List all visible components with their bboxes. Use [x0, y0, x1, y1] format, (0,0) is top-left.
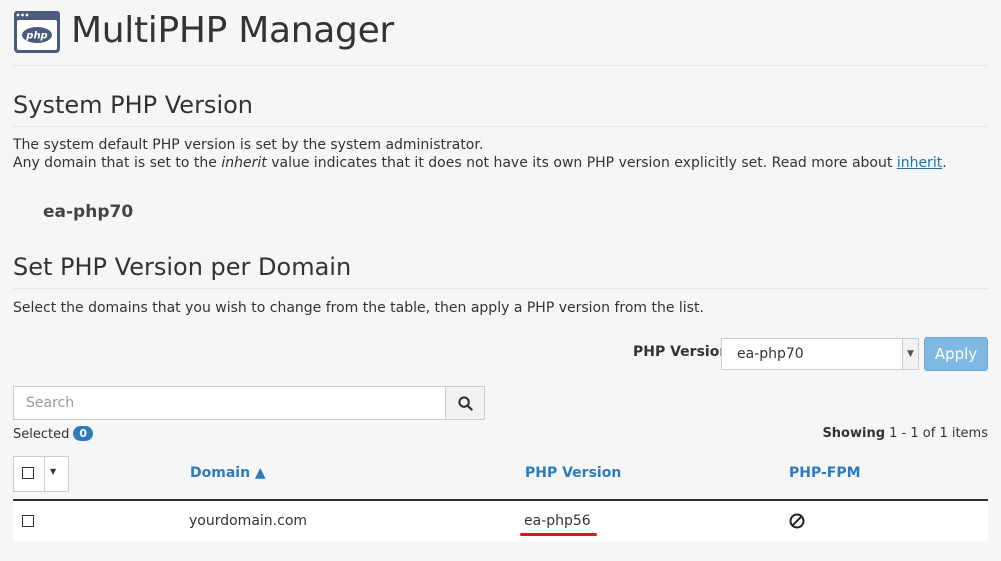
logo-text: php [25, 31, 47, 42]
highlight-underline [520, 533, 597, 536]
php-version-label: PHP Version [633, 344, 730, 360]
column-header-domain[interactable]: Domain ▲ [190, 465, 266, 481]
select-all-control[interactable]: ▼ [13, 456, 69, 492]
divider [13, 126, 988, 127]
php-version-select-value: ea-php70 [737, 346, 804, 362]
inherit-link[interactable]: inherit [897, 155, 942, 171]
php-logo-icon: php [14, 11, 60, 53]
showing-info: Showing 1 - 1 of 1 items [822, 426, 988, 441]
selected-count: Selected 0 [13, 426, 94, 442]
disabled-icon [789, 513, 805, 529]
apply-button[interactable]: Apply [924, 337, 988, 371]
row-php-version: ea-php56 [524, 513, 591, 529]
row-checkbox[interactable] [22, 515, 34, 527]
search-input[interactable]: Search [13, 386, 446, 420]
row-domain: yourdomain.com [189, 513, 308, 529]
inherit-em: inherit [221, 155, 267, 171]
page-header: php MultiPHP Manager [13, 6, 988, 64]
table-row: yourdomain.com ea-php56 [13, 501, 988, 541]
system-php-heading: System PHP Version [13, 91, 253, 119]
column-header-php-version[interactable]: PHP Version [525, 465, 621, 481]
search-button[interactable] [445, 386, 485, 420]
page-title: MultiPHP Manager [71, 10, 394, 51]
php-version-select[interactable]: ea-php70 ▼ [721, 338, 919, 370]
system-desc-line1: The system default PHP version is set by… [13, 137, 484, 153]
search-icon [457, 395, 473, 411]
selected-badge: 0 [73, 426, 94, 441]
per-domain-desc: Select the domains that you wish to chan… [13, 300, 704, 316]
search-placeholder: Search [26, 395, 75, 411]
select-all-checkbox[interactable] [22, 467, 34, 479]
column-header-php-fpm[interactable]: PHP-FPM [789, 465, 861, 481]
divider [13, 288, 988, 289]
chevron-down-icon: ▼ [902, 339, 918, 369]
per-domain-heading: Set PHP Version per Domain [13, 253, 352, 281]
divider [13, 65, 988, 66]
system-desc-line2: Any domain that is set to the inherit va… [13, 155, 947, 171]
caret-down-icon[interactable]: ▼ [50, 467, 56, 476]
system-php-version: ea-php70 [43, 202, 134, 222]
